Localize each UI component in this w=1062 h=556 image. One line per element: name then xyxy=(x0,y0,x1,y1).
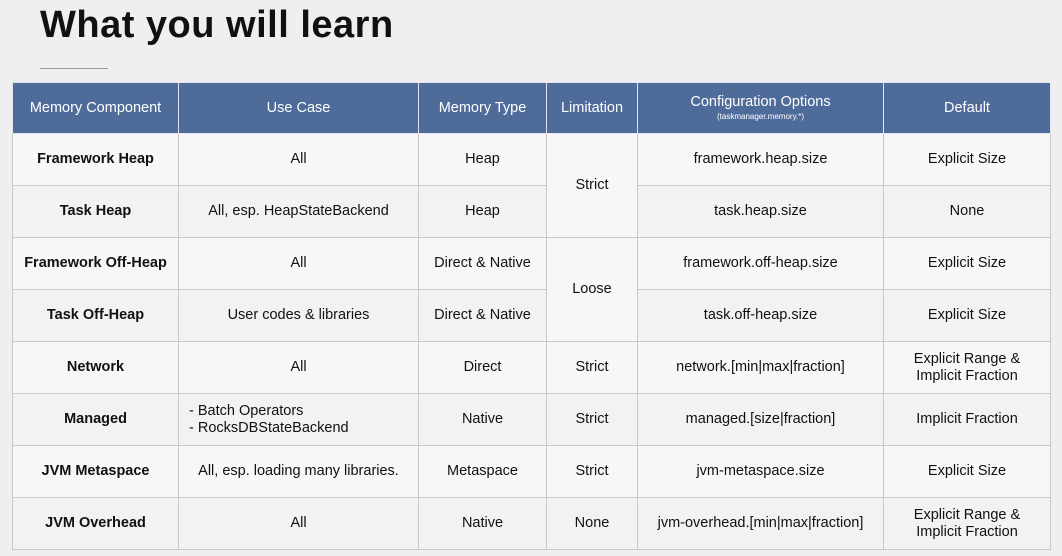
cell-default-line: Explicit Range & xyxy=(913,506,1021,523)
cell-limitation: Strict xyxy=(546,393,638,446)
cell-default: Explicit Size xyxy=(883,237,1051,290)
memory-components-table: Memory Component Use Case Memory Type Li… xyxy=(12,82,1051,550)
table-row: JVM Metaspace All, esp. loading many lib… xyxy=(12,445,1051,498)
table-row: JVM Overhead All Native None jvm-overhea… xyxy=(12,497,1051,550)
table-row: Network All Direct Strict network.[min|m… xyxy=(12,341,1051,394)
cell-memory-type: Native xyxy=(418,393,547,446)
cell-memory-type: Native xyxy=(418,497,547,550)
cell-config: jvm-metaspace.size xyxy=(637,445,884,498)
cell-limitation: Strict xyxy=(546,133,638,238)
cell-default: Explicit Range & Implicit Fraction xyxy=(883,341,1051,394)
cell-component: Task Off-Heap xyxy=(12,289,179,342)
header-memory-type: Memory Type xyxy=(418,82,547,134)
cell-default-line: Explicit Range & xyxy=(913,350,1021,367)
cell-component: Framework Heap xyxy=(12,133,179,186)
header-memory-component: Memory Component xyxy=(12,82,179,134)
cell-component: JVM Overhead xyxy=(12,497,179,550)
cell-memory-type: Direct & Native xyxy=(418,237,547,290)
header-configuration-options-label: Configuration Options xyxy=(690,94,831,110)
cell-use-case-line: - RocksDBStateBackend xyxy=(189,419,349,436)
page-title: What you will learn xyxy=(40,4,394,46)
cell-default: Explicit Size xyxy=(883,289,1051,342)
cell-component: JVM Metaspace xyxy=(12,445,179,498)
header-limitation: Limitation xyxy=(546,82,638,134)
cell-component: Managed xyxy=(12,393,179,446)
cell-default-line: Implicit Fraction xyxy=(916,523,1018,540)
cell-use-case-line: - Batch Operators xyxy=(189,402,304,419)
cell-default: Implicit Fraction xyxy=(883,393,1051,446)
cell-default: Explicit Size xyxy=(883,445,1051,498)
cell-component: Task Heap xyxy=(12,185,179,238)
table-row: Managed - Batch Operators - RocksDBState… xyxy=(12,393,1051,446)
cell-config: managed.[size|fraction] xyxy=(637,393,884,446)
header-configuration-options: Configuration Options (taskmanager.memor… xyxy=(637,82,884,134)
cell-use-case: All xyxy=(178,497,419,550)
cell-config: task.off-heap.size xyxy=(637,289,884,342)
table-row: Framework Off-Heap All Direct & Native L… xyxy=(12,237,1051,342)
cell-config: jvm-overhead.[min|max|fraction] xyxy=(637,497,884,550)
cell-config: framework.heap.size xyxy=(637,133,884,186)
cell-limitation: None xyxy=(546,497,638,550)
cell-memory-type: Heap xyxy=(418,133,547,186)
cell-use-case: All xyxy=(178,133,419,186)
cell-component: Framework Off-Heap xyxy=(12,237,179,290)
table-row: Task Heap All, esp. HeapStateBackend Hea… xyxy=(12,185,1051,238)
cell-limitation: Loose xyxy=(546,237,638,342)
table-row: Task Off-Heap User codes & libraries Dir… xyxy=(12,289,1051,342)
cell-memory-type: Direct xyxy=(418,341,547,394)
cell-use-case: All, esp. HeapStateBackend xyxy=(178,185,419,238)
cell-config: network.[min|max|fraction] xyxy=(637,341,884,394)
cell-limitation: Strict xyxy=(546,341,638,394)
cell-use-case: All, esp. loading many libraries. xyxy=(178,445,419,498)
cell-memory-type: Metaspace xyxy=(418,445,547,498)
cell-use-case: All xyxy=(178,237,419,290)
header-use-case: Use Case xyxy=(178,82,419,134)
cell-limitation: Strict xyxy=(546,445,638,498)
cell-default: Explicit Range & Implicit Fraction xyxy=(883,497,1051,550)
cell-use-case: - Batch Operators - RocksDBStateBackend xyxy=(178,393,419,446)
cell-use-case: All xyxy=(178,341,419,394)
title-underline xyxy=(40,68,108,69)
header-default: Default xyxy=(883,82,1051,134)
cell-memory-type: Heap xyxy=(418,185,547,238)
cell-config: framework.off-heap.size xyxy=(637,237,884,290)
table-header-row: Memory Component Use Case Memory Type Li… xyxy=(12,82,1051,134)
cell-default: Explicit Size xyxy=(883,133,1051,186)
cell-memory-type: Direct & Native xyxy=(418,289,547,342)
header-configuration-options-prefix: (taskmanager.memory.*) xyxy=(717,112,804,121)
cell-use-case: User codes & libraries xyxy=(178,289,419,342)
cell-component: Network xyxy=(12,341,179,394)
cell-default: None xyxy=(883,185,1051,238)
cell-default-line: Implicit Fraction xyxy=(916,367,1018,384)
table-row: Framework Heap All Heap Strict framework… xyxy=(12,133,1051,238)
cell-config: task.heap.size xyxy=(637,185,884,238)
